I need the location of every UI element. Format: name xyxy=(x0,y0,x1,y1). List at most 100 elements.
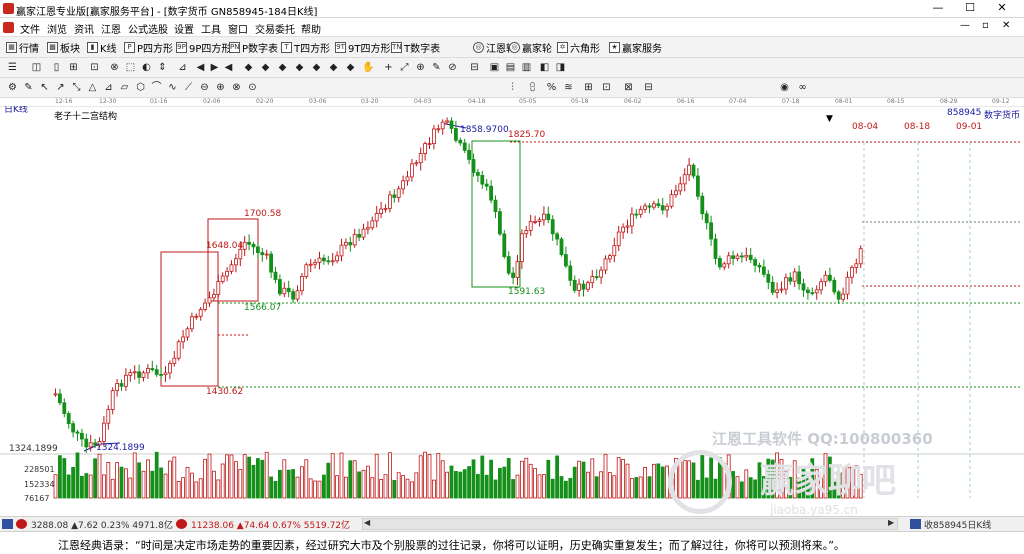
wave-icon[interactable]: ∿ xyxy=(166,81,179,94)
scroll-left-icon[interactable]: ◀ xyxy=(364,518,370,527)
kline-chart-area[interactable]: 08-04 08-18 09-01 1858.9700 1825.70 1700.58 16… xyxy=(0,98,1024,517)
minimize-button[interactable]: — xyxy=(924,0,952,17)
percent-icon[interactable]: % xyxy=(545,81,558,94)
fan-icon[interactable]: ⩉ xyxy=(526,81,539,94)
toolbar-hexagon-button[interactable]: ✡ 六角形 xyxy=(557,40,600,55)
close-button[interactable]: ✕ xyxy=(988,0,1016,17)
half-icon[interactable]: ◐ xyxy=(140,61,153,74)
menu-info[interactable]: 资讯 xyxy=(74,21,94,36)
grid-a-icon[interactable]: ⊞ xyxy=(582,81,595,94)
color-icon[interactable]: ◉ xyxy=(778,81,791,94)
box-icon[interactable]: ▣ xyxy=(488,61,501,74)
table-b-icon[interactable]: ▥ xyxy=(520,61,533,74)
candle-body xyxy=(295,290,300,300)
diamond-f-icon[interactable]: ◆ xyxy=(327,61,340,74)
left-a-icon[interactable]: ◀ xyxy=(194,61,207,74)
hexa-icon[interactable]: ⬡ xyxy=(134,81,147,94)
menu-browse[interactable]: 浏览 xyxy=(47,21,67,36)
menu-gann[interactable]: 江恩 xyxy=(101,21,121,36)
plus-icon[interactable]: + xyxy=(382,61,395,74)
mdi-close-button[interactable]: ✕ xyxy=(1002,20,1010,31)
menu-file[interactable]: 文件 xyxy=(20,21,40,36)
toolbar-t-table-button[interactable]: TN T数字表 xyxy=(391,40,440,55)
settings-icon[interactable]: ⚙ xyxy=(6,81,19,94)
arc-icon[interactable]: ⌒ xyxy=(150,81,163,94)
maximize-button[interactable]: ☐ xyxy=(956,0,984,17)
list-icon[interactable]: ☰ xyxy=(6,61,19,74)
frame-icon[interactable]: ⊡ xyxy=(88,61,101,74)
bars-icon[interactable]: ⫶ xyxy=(506,81,519,94)
hand-icon[interactable]: ✋ xyxy=(362,61,375,74)
volume-bar xyxy=(542,474,546,499)
toolbar-blocks-button[interactable]: ▩ 板块 xyxy=(47,40,80,55)
candle-body xyxy=(229,264,234,272)
target-icon[interactable]: ⊕ xyxy=(414,61,427,74)
cross-c-icon[interactable]: ⊗ xyxy=(230,81,243,94)
tri-icon[interactable]: ⊿ xyxy=(176,61,189,74)
pen-icon[interactable]: ✎ xyxy=(430,61,443,74)
trend-icon[interactable]: ⟋ xyxy=(182,81,195,94)
mdi-minimize-button[interactable]: — xyxy=(960,20,970,31)
menu-settings[interactable]: 设置 xyxy=(174,21,194,36)
diamond-d-icon[interactable]: ◆ xyxy=(293,61,306,74)
waves-icon[interactable]: ≋ xyxy=(562,81,575,94)
diamond-c-icon[interactable]: ◆ xyxy=(276,61,289,74)
toolbar-9p-square-button[interactable]: 9P 9P四方形 xyxy=(176,40,231,55)
diamond-a-icon[interactable]: ◆ xyxy=(242,61,255,74)
diamond-e-icon[interactable]: ◆ xyxy=(310,61,323,74)
toolbar-9t-square-button[interactable]: 9T 9T四方形 xyxy=(335,40,390,55)
plus-c-icon[interactable]: ⊕ xyxy=(214,81,227,94)
loop-icon[interactable]: ∞ xyxy=(796,81,809,94)
right-a-icon[interactable]: ▶ xyxy=(208,61,221,74)
toolbar-grid-button[interactable]: ▦ 行情 xyxy=(6,40,39,55)
pencil-icon[interactable]: ✎ xyxy=(22,81,35,94)
layout-a-icon[interactable]: ◧ xyxy=(538,61,551,74)
toolbar-winner-wheel-button[interactable]: ◎ 赢家轮 xyxy=(509,40,552,55)
menu-window[interactable]: 窗口 xyxy=(228,21,248,36)
diamond-g-icon[interactable]: ◆ xyxy=(344,61,357,74)
window-icon[interactable]: ◫ xyxy=(30,61,43,74)
cross-icon[interactable]: ⊗ xyxy=(108,61,121,74)
toolbar-t-square-button[interactable]: T T四方形 xyxy=(281,40,330,55)
volume-bar xyxy=(436,453,441,499)
diamond-b-icon[interactable]: ◆ xyxy=(259,61,272,74)
triangle-icon[interactable]: △ xyxy=(86,81,99,94)
dot-c-icon[interactable]: ⊙ xyxy=(246,81,259,94)
grid-d-icon[interactable]: ⊟ xyxy=(642,81,655,94)
zoom-icon[interactable]: ⤢ xyxy=(398,61,411,74)
select-icon[interactable]: ⬚ xyxy=(124,61,137,74)
angle-icon[interactable]: ⊿ xyxy=(102,81,115,94)
toolbar-candles-button[interactable]: ▮ K线 xyxy=(87,40,117,55)
table-a-icon[interactable]: ▤ xyxy=(504,61,517,74)
volume-bar xyxy=(269,476,274,499)
toolbar-service-button[interactable]: ★ 赢家服务 xyxy=(609,40,662,55)
erase-icon[interactable]: ⊘ xyxy=(446,61,459,74)
scroll-right-icon[interactable]: ▶ xyxy=(888,518,894,527)
grid-c-icon[interactable]: ⊠ xyxy=(622,81,635,94)
minus-c-icon[interactable]: ⊖ xyxy=(198,81,211,94)
parallel-icon[interactable]: ▱ xyxy=(118,81,131,94)
toolbar-p-table-button[interactable]: PN P数字表 xyxy=(229,40,278,55)
menu-tools[interactable]: 工具 xyxy=(201,21,221,36)
mdi-restore-button[interactable]: ▫ xyxy=(982,20,989,31)
volume-bar xyxy=(550,478,555,499)
active-window-label[interactable]: 收858945日K线 xyxy=(924,518,991,531)
line-a-icon[interactable]: ↖ xyxy=(38,81,51,94)
toolbar-p-square-button[interactable]: P P四方形 xyxy=(124,40,173,55)
ray-icon[interactable]: ⤡ xyxy=(70,81,83,94)
menu-trade[interactable]: 交易委托 xyxy=(255,21,295,36)
line-b-icon[interactable]: ↗ xyxy=(54,81,67,94)
menu-help[interactable]: 帮助 xyxy=(301,21,321,36)
updown-icon[interactable]: ⇕ xyxy=(156,61,169,74)
menu-formula[interactable]: 公式选股 xyxy=(128,21,168,36)
layout-b-icon[interactable]: ◨ xyxy=(554,61,567,74)
grid-icon[interactable]: ⊞ xyxy=(67,61,80,74)
left-b-icon[interactable]: ◀ xyxy=(222,61,235,74)
volume-bar xyxy=(506,458,511,499)
status-scrollbar[interactable] xyxy=(362,518,898,530)
minus-icon[interactable]: ⊟ xyxy=(468,61,481,74)
panel-icon[interactable]: ▯ xyxy=(50,61,63,74)
toolbar-label: 六角形 xyxy=(570,44,600,55)
dropdown-arrow-icon[interactable]: ▼ xyxy=(826,114,833,124)
grid-b-icon[interactable]: ⊡ xyxy=(600,81,613,94)
